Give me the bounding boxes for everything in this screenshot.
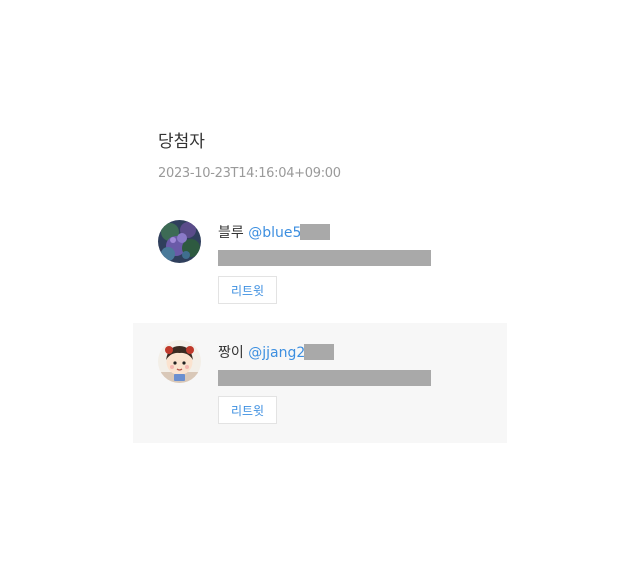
user-handle-link[interactable]: @blue5 (248, 225, 301, 241)
winner-entry: 짱이 @jjang2 리트윗 (133, 323, 507, 443)
redacted-handle-block (300, 224, 331, 240)
draw-timestamp: 2023-10-23T14:16:04+09:00 (158, 166, 341, 181)
user-handle-link[interactable]: @jjang2 (248, 345, 305, 361)
flower-painting-avatar[interactable] (158, 220, 201, 263)
winner-name-line: 블루 @blue5 (218, 223, 331, 243)
winner-entry: 블루 @blue5 리트윗 (133, 203, 507, 323)
winner-name-line: 짱이 @jjang2 (218, 343, 335, 363)
cartoon-character-avatar[interactable] (158, 340, 201, 383)
retweet-button[interactable]: 리트윗 (218, 276, 277, 304)
redacted-tweet-text (218, 250, 431, 266)
display-name: 블루 (218, 225, 244, 241)
redacted-tweet-text (218, 370, 431, 386)
page-title: 당첨자 (158, 132, 205, 152)
display-name: 짱이 (218, 345, 244, 361)
redacted-handle-block (304, 344, 335, 360)
retweet-button[interactable]: 리트윗 (218, 396, 277, 424)
